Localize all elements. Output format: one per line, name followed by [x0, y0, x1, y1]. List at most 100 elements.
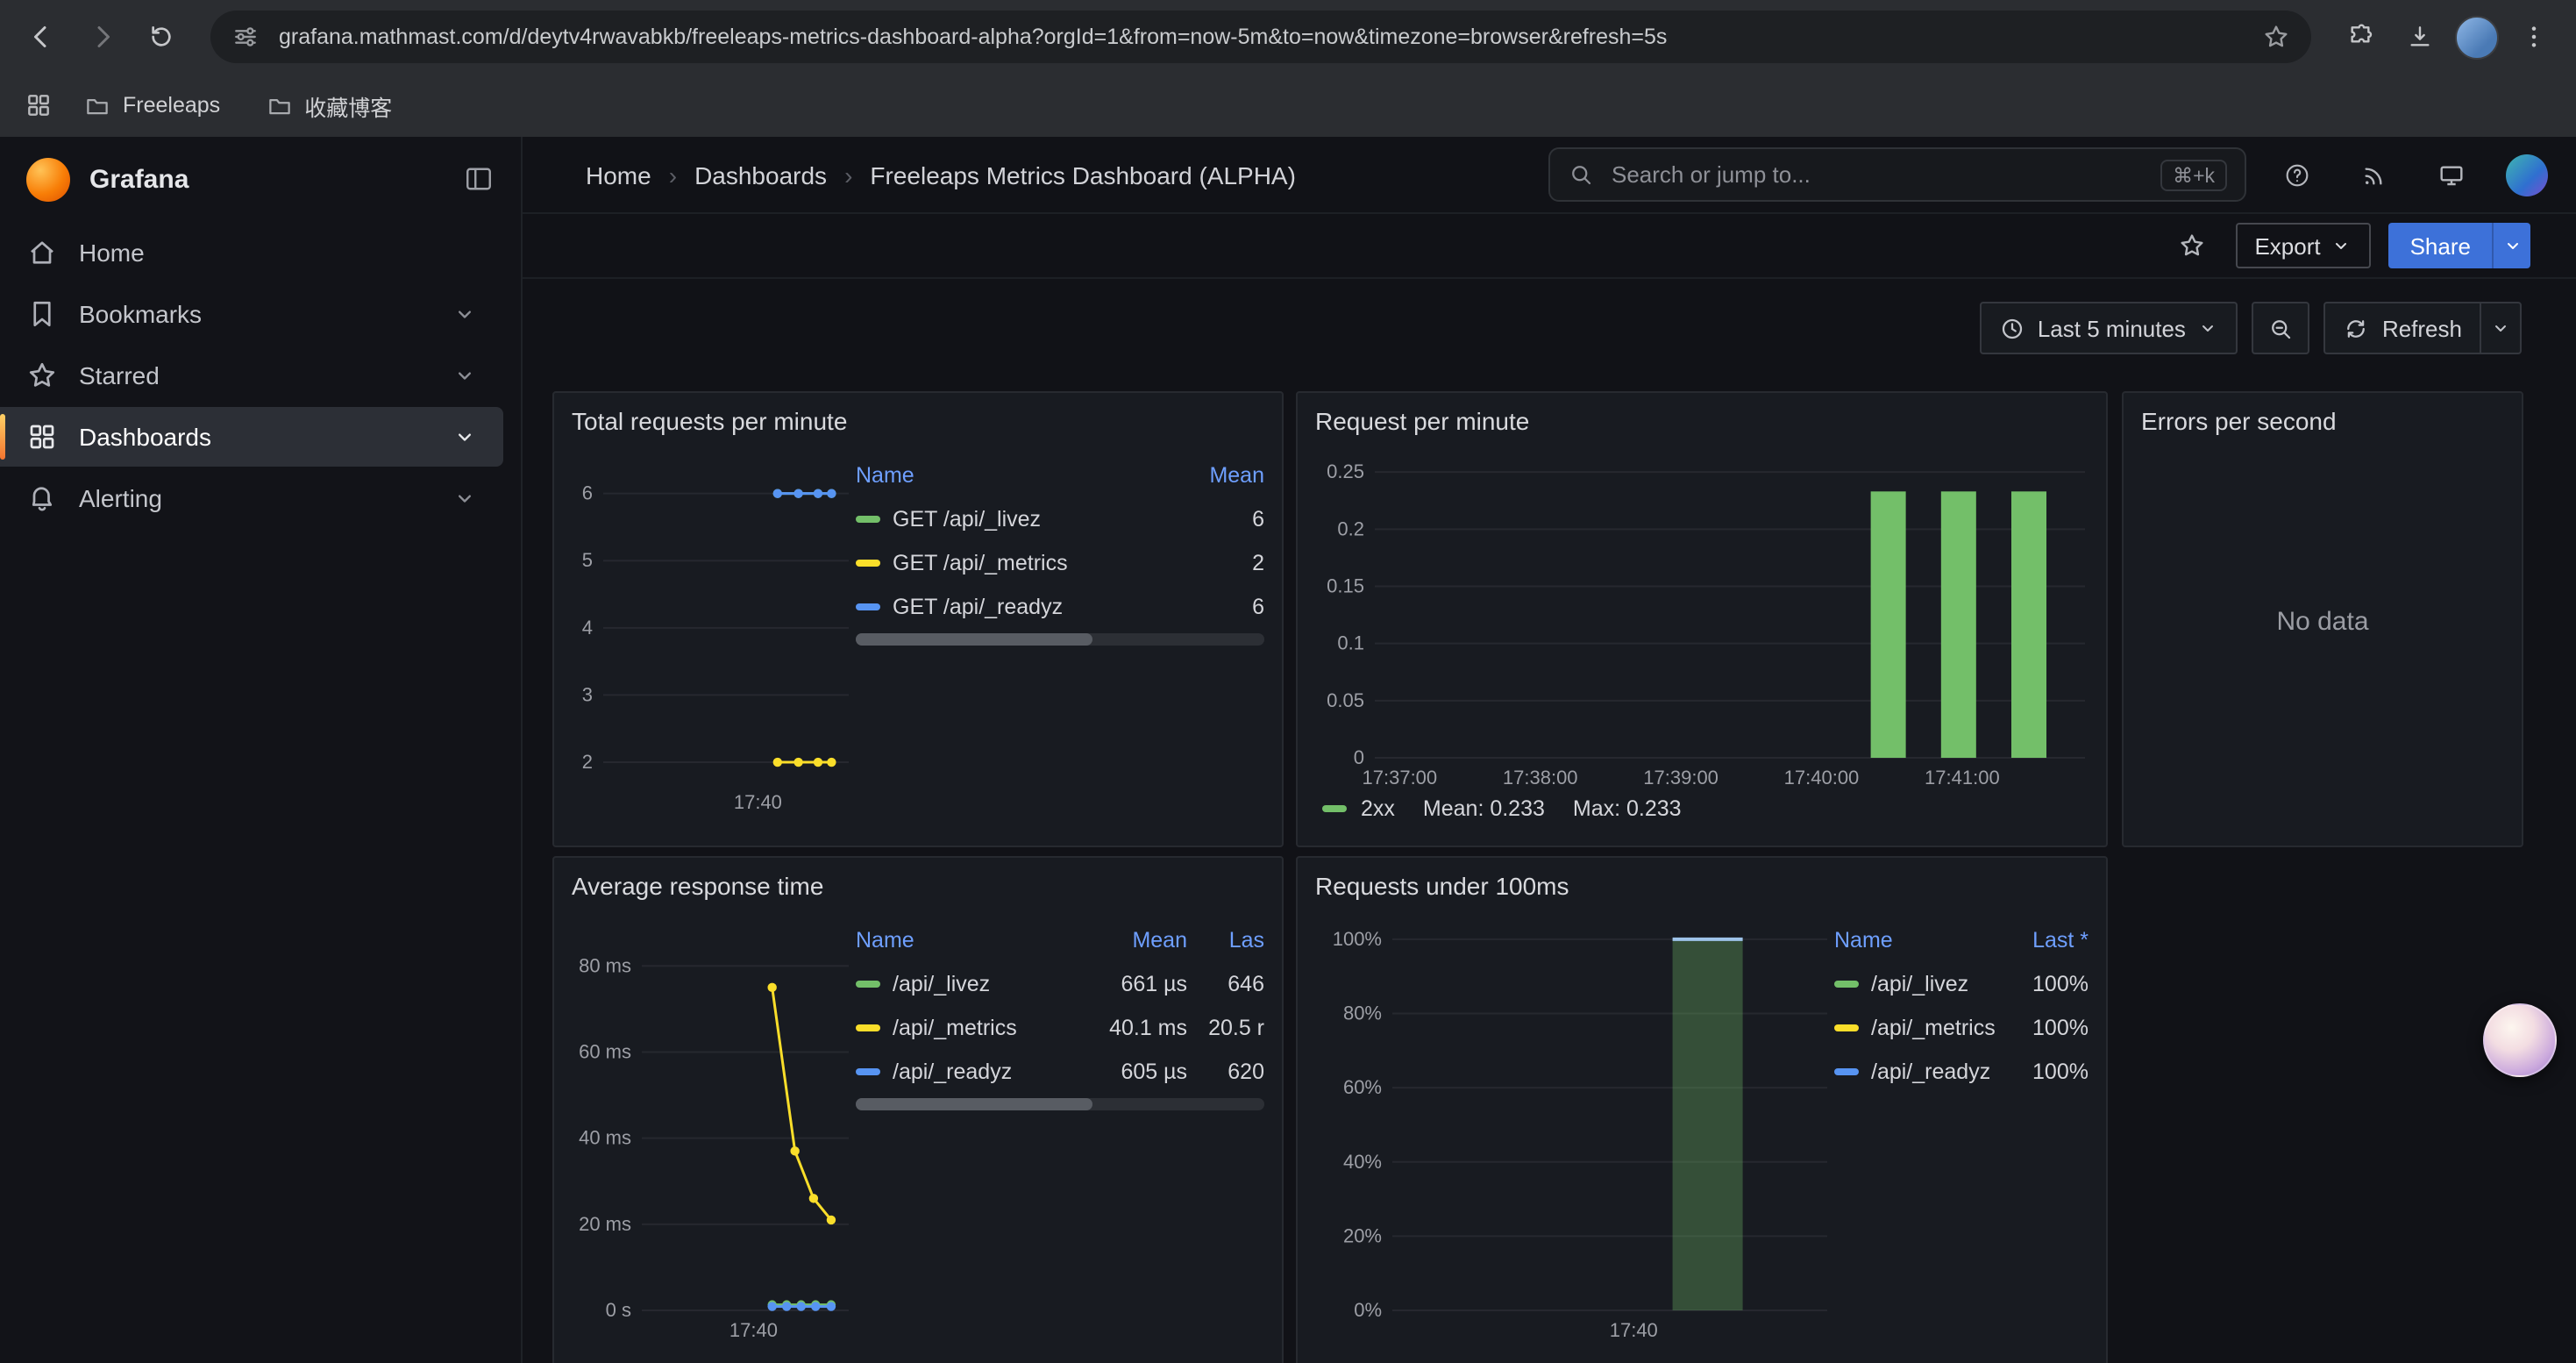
sidebar-item-alerting[interactable]: Alerting	[0, 468, 503, 528]
bar-chart[interactable]: 0.250.20.150.10.05017:37:0017:38:0017:39…	[1315, 442, 2089, 793]
browser-profile-avatar[interactable]	[2455, 15, 2499, 59]
folder-icon	[266, 92, 292, 118]
kiosk-mode-button[interactable]	[2425, 150, 2478, 199]
legend-row[interactable]: GET /api/_livez6	[856, 496, 1264, 540]
series-name: /api/_metrics	[893, 1015, 1017, 1039]
breadcrumb-item[interactable]: Dashboards	[694, 161, 827, 189]
legend-row[interactable]: /api/_livez661 µs646	[856, 961, 1264, 1005]
svg-text:100%: 100%	[1333, 928, 1382, 950]
share-button[interactable]: Share	[2389, 223, 2492, 268]
folder-icon	[84, 92, 110, 118]
url-input[interactable]	[275, 23, 2246, 51]
bookmark-item-blogs[interactable]: 收藏博客	[252, 83, 406, 127]
svg-text:80%: 80%	[1343, 1003, 1382, 1024]
bookmark-star-icon[interactable]	[2262, 23, 2290, 51]
series-swatch	[856, 980, 880, 987]
panel-title[interactable]: Errors per second	[2141, 407, 2504, 435]
legend-col-value[interactable]: Mean	[1177, 462, 1264, 487]
svg-text:60 ms: 60 ms	[579, 1040, 631, 1062]
chevron-down-icon	[2490, 318, 2511, 339]
bookmark-item-freeleaps[interactable]: Freeleaps	[70, 87, 234, 124]
legend-row[interactable]: /api/_readyz100%	[1834, 1049, 2089, 1093]
export-button[interactable]: Export	[2235, 223, 2371, 268]
refresh-button[interactable]: Refresh	[2324, 302, 2480, 354]
panel-average-response-time[interactable]: Average response time 80 ms60 ms40 ms20 …	[552, 856, 1284, 1363]
svg-text:40%: 40%	[1343, 1151, 1382, 1173]
time-range-label: Last 5 minutes	[2038, 315, 2186, 341]
search-box[interactable]: ⌘+k	[1548, 147, 2246, 202]
bookmark-label: 收藏博客	[304, 89, 392, 122]
extensions-button[interactable]	[2336, 12, 2385, 61]
sidebar-item-home[interactable]: Home	[0, 223, 503, 282]
legend-row[interactable]: /api/_metrics40.1 ms20.5 r	[856, 1005, 1264, 1049]
legend-row[interactable]: /api/_readyz605 µs620	[856, 1049, 1264, 1093]
series-value: 6	[1177, 506, 1264, 531]
news-button[interactable]	[2348, 150, 2401, 199]
legend-row[interactable]: /api/_metrics100%	[1834, 1005, 2089, 1049]
legend-col-value[interactable]: Mean	[1078, 927, 1187, 952]
sidebar-nav: HomeBookmarksStarred Dashboards Alerting	[0, 223, 521, 528]
browser-menu-button[interactable]	[2509, 12, 2558, 61]
panel-errors-per-second[interactable]: Errors per second No data	[2122, 391, 2523, 847]
breadcrumb-item[interactable]: Home	[586, 161, 651, 189]
series-value: 100%	[1997, 971, 2089, 995]
legend-row[interactable]: GET /api/_readyz6	[856, 584, 1264, 628]
panel-title[interactable]: Request per minute	[1315, 407, 2089, 435]
grafana-logo[interactable]	[26, 157, 70, 201]
zoom-out-button[interactable]	[2252, 302, 2310, 354]
svg-text:17:38:00: 17:38:00	[1503, 767, 1578, 789]
scrollbar-thumb[interactable]	[856, 1098, 1092, 1110]
series-name: 2xx	[1361, 796, 1395, 821]
reload-button[interactable]	[137, 12, 186, 61]
chart-legend[interactable]: 2xx Mean: 0.233 Max: 0.233	[1315, 796, 2089, 821]
legend-scrollbar[interactable]	[856, 1098, 1264, 1110]
search-icon	[1568, 161, 1594, 188]
legend-row[interactable]: GET /api/_metrics2	[856, 540, 1264, 584]
forward-button[interactable]	[77, 12, 126, 61]
apps-grid-icon[interactable]	[25, 91, 53, 119]
export-label: Export	[2254, 232, 2320, 259]
favorite-star-button[interactable]	[2165, 221, 2217, 270]
address-bar[interactable]	[210, 11, 2311, 63]
assistant-avatar[interactable]	[2483, 1003, 2557, 1077]
sidebar-item-label: Dashboards	[79, 423, 431, 451]
series-name: /api/_livez	[893, 971, 990, 995]
legend-col-name[interactable]: Name	[856, 927, 1078, 952]
downloads-button[interactable]	[2395, 12, 2444, 61]
panel-total-requests-per-minute[interactable]: Total requests per minute 6543217:40 Nam…	[552, 391, 1284, 847]
sidebar-item-bookmarks[interactable]: Bookmarks	[0, 284, 503, 344]
sidebar-item-dashboards[interactable]: Dashboards	[0, 407, 503, 467]
breadcrumb: Home›Dashboards›Freeleaps Metrics Dashbo…	[586, 161, 1524, 189]
panel-title[interactable]: Average response time	[572, 872, 1264, 900]
timeseries-chart[interactable]: 80 ms60 ms40 ms20 ms0 s17:40	[572, 907, 856, 1345]
legend-col-value[interactable]: Las	[1187, 927, 1264, 952]
legend-scrollbar[interactable]	[856, 633, 1264, 646]
back-button[interactable]	[18, 12, 67, 61]
help-button[interactable]	[2271, 150, 2323, 199]
breadcrumb-item[interactable]: Freeleaps Metrics Dashboard (ALPHA)	[870, 161, 1296, 189]
panel-title[interactable]: Total requests per minute	[572, 407, 1264, 435]
legend-col-name[interactable]: Name	[856, 462, 1177, 487]
brand-name: Grafana	[89, 164, 444, 194]
share-dropdown-button[interactable]	[2492, 223, 2530, 268]
series-swatch	[856, 1067, 880, 1074]
sidebar-item-starred[interactable]: Starred	[0, 346, 503, 405]
time-range-button[interactable]: Last 5 minutes	[1980, 302, 2238, 354]
legend-col-value[interactable]: Last *	[1997, 927, 2089, 952]
panel-requests-under-100ms[interactable]: Requests under 100ms 100%80%60%40%20%0%1…	[1296, 856, 2108, 1363]
sidebar-toggle-icon[interactable]	[463, 163, 495, 195]
legend-row[interactable]: /api/_livez100%	[1834, 961, 2089, 1005]
panel-request-per-minute[interactable]: Request per minute 0.250.20.150.10.05017…	[1296, 391, 2108, 847]
timeseries-chart[interactable]: 6543217:40	[572, 442, 856, 817]
scrollbar-thumb[interactable]	[856, 633, 1092, 646]
refresh-interval-button[interactable]	[2480, 302, 2522, 354]
back-icon	[26, 21, 58, 53]
sidebar-item-label: Alerting	[79, 484, 431, 512]
legend-col-name[interactable]: Name	[1834, 927, 1997, 952]
panel-title[interactable]: Requests under 100ms	[1315, 872, 2089, 900]
search-input[interactable]	[1608, 160, 2146, 189]
user-avatar[interactable]	[2506, 153, 2548, 196]
site-info-icon[interactable]	[231, 23, 260, 51]
bar-chart[interactable]: 100%80%60%40%20%0%17:40	[1315, 907, 1834, 1345]
series-swatch	[856, 603, 880, 610]
